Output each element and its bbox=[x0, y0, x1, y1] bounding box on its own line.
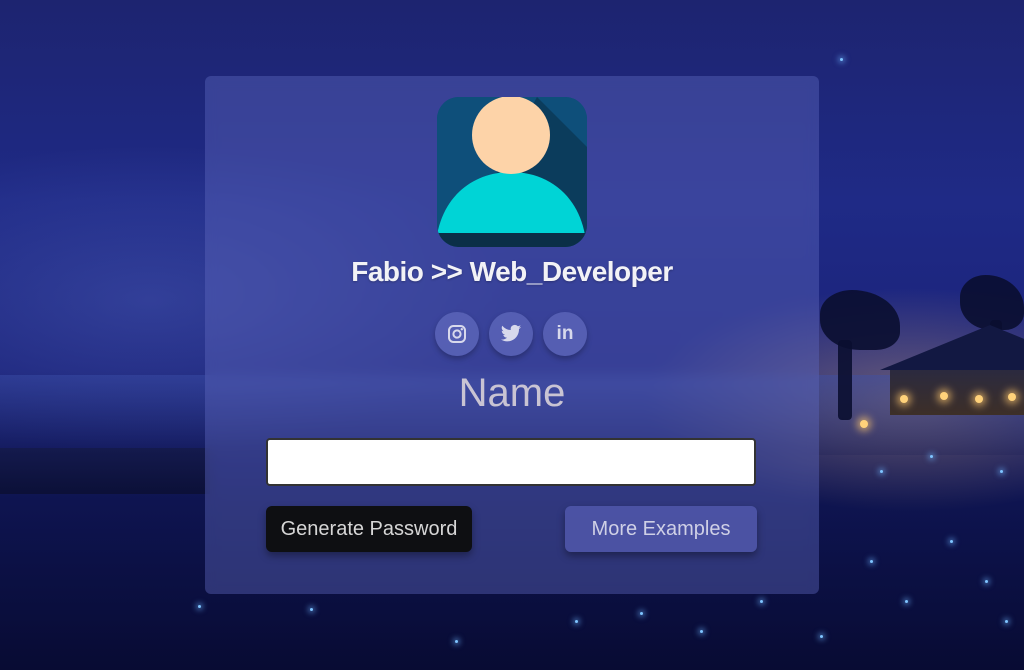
resort-light bbox=[975, 395, 983, 403]
profile-handle: Fabio >> Web_Developer bbox=[351, 256, 673, 287]
water-light bbox=[840, 58, 843, 61]
water-light bbox=[640, 612, 643, 615]
name-label: Name bbox=[458, 371, 566, 415]
water-light bbox=[880, 470, 883, 473]
water-light bbox=[700, 630, 703, 633]
water-light bbox=[905, 600, 908, 603]
instagram-icon bbox=[448, 325, 466, 343]
more-examples-button[interactable]: More Examples bbox=[565, 506, 757, 552]
water-light bbox=[930, 455, 933, 458]
generate-password-button[interactable]: Generate Password bbox=[266, 506, 472, 552]
water-light bbox=[985, 580, 988, 583]
linkedin-icon: in bbox=[556, 323, 574, 344]
resort-light bbox=[940, 392, 948, 400]
water-light bbox=[760, 600, 763, 603]
resort-light bbox=[1008, 393, 1016, 401]
name-input[interactable] bbox=[266, 438, 756, 486]
resort-light bbox=[860, 420, 868, 428]
resort-building bbox=[890, 370, 1024, 415]
water-light bbox=[870, 560, 873, 563]
twitter-icon bbox=[500, 324, 522, 342]
profile-card: Fabio >> Web_Developer in Name Generate … bbox=[205, 76, 819, 594]
water-light bbox=[1000, 470, 1003, 473]
resort-roof bbox=[880, 325, 1024, 370]
pool-deck bbox=[0, 448, 210, 494]
avatar-graphic bbox=[437, 97, 587, 247]
linkedin-link[interactable]: in bbox=[543, 312, 587, 356]
instagram-link[interactable] bbox=[435, 312, 479, 356]
social-links: in bbox=[435, 312, 589, 358]
resort-light bbox=[900, 395, 908, 403]
water-light bbox=[820, 635, 823, 638]
palm-tree bbox=[838, 340, 852, 420]
twitter-link[interactable] bbox=[489, 312, 533, 356]
water-light bbox=[198, 605, 201, 608]
water-light bbox=[950, 540, 953, 543]
water-light bbox=[575, 620, 578, 623]
user-avatar-icon bbox=[437, 97, 587, 247]
water-light bbox=[455, 640, 458, 643]
water-light bbox=[310, 608, 313, 611]
water-light bbox=[1005, 620, 1008, 623]
